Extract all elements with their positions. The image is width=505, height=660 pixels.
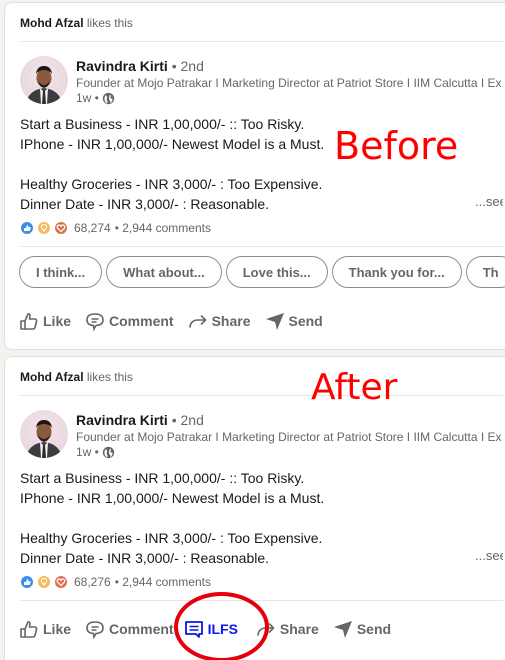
love-reaction-icon bbox=[54, 221, 68, 235]
share-button[interactable]: Share bbox=[188, 311, 251, 331]
post-time: 1w • bbox=[76, 445, 99, 459]
divider bbox=[20, 41, 503, 42]
after-annotation: After bbox=[311, 367, 398, 408]
avatar[interactable] bbox=[20, 410, 68, 458]
insightful-reaction-icon bbox=[37, 221, 51, 235]
share-label: Share bbox=[279, 621, 319, 637]
author-headline: Founder at Mojo Patrakar I Marketing Dir… bbox=[76, 76, 502, 90]
like-reaction-icon bbox=[20, 575, 34, 589]
send-label: Send bbox=[356, 621, 392, 637]
post-meta: 1w • bbox=[76, 91, 115, 105]
suggestion-chip[interactable]: Thank you for... bbox=[331, 256, 462, 288]
liker-name[interactable]: Mohd Afzal bbox=[20, 16, 84, 30]
author: Ravindra Kirti • 2nd bbox=[76, 58, 204, 74]
connection-degree: • 2nd bbox=[171, 412, 204, 428]
comment-button[interactable]: Comment bbox=[85, 619, 174, 639]
post-body: Start a Business - INR 1,00,000/- :: Too… bbox=[20, 470, 325, 566]
insightful-reaction-icon bbox=[37, 575, 51, 589]
avatar-photo bbox=[26, 66, 62, 104]
author: Ravindra Kirti • 2nd bbox=[76, 412, 204, 428]
like-button[interactable]: Like bbox=[19, 619, 71, 639]
like-label: Like bbox=[43, 621, 72, 637]
like-button[interactable]: Like bbox=[19, 311, 71, 331]
send-button[interactable]: Send bbox=[333, 619, 391, 639]
highlight-circle bbox=[174, 592, 269, 660]
social-counts[interactable]: 68,276 • 2,944 comments bbox=[20, 575, 211, 589]
liker-name[interactable]: Mohd Afzal bbox=[20, 370, 84, 384]
reaction-count[interactable]: 68,276 bbox=[74, 575, 111, 589]
share-icon bbox=[188, 315, 206, 328]
suggestion-chip[interactable]: What about... bbox=[106, 256, 222, 288]
avatar-photo bbox=[26, 420, 62, 458]
suggestion-chip[interactable]: I think... bbox=[19, 256, 103, 288]
connection-degree: • 2nd bbox=[171, 58, 204, 74]
love-reaction-icon bbox=[54, 575, 68, 589]
post-body: Start a Business - INR 1,00,000/- :: Too… bbox=[20, 116, 325, 212]
before-annotation: Before bbox=[334, 124, 459, 168]
send-label: Send bbox=[288, 313, 323, 329]
avatar[interactable] bbox=[20, 56, 68, 104]
like-reaction-icon bbox=[20, 221, 34, 235]
see-more-link[interactable]: ...see more bbox=[475, 194, 503, 209]
liker-action: likes this bbox=[86, 370, 133, 384]
send-button[interactable]: Send bbox=[265, 311, 323, 331]
divider bbox=[20, 600, 503, 601]
social-context: Mohd Afzal likes this bbox=[20, 16, 133, 30]
post-card-before: Mohd Afzal likes this Ravindra Kirti • 2… bbox=[4, 2, 505, 350]
author-headline: Founder at Mojo Patrakar I Marketing Dir… bbox=[76, 430, 502, 444]
suggestion-chip[interactable]: Th bbox=[465, 256, 505, 288]
comment-label: Comment bbox=[109, 621, 174, 637]
like-label: Like bbox=[43, 313, 72, 329]
post-meta: 1w • bbox=[76, 445, 115, 459]
comment-label: Comment bbox=[109, 313, 174, 329]
suggested-comments: I think... What about... Love this... Th… bbox=[19, 256, 505, 288]
thumbs-up-icon bbox=[20, 313, 38, 330]
share-label: Share bbox=[211, 313, 251, 329]
action-bar: Like Comment Share Send bbox=[19, 311, 337, 331]
send-icon bbox=[333, 621, 352, 638]
social-counts[interactable]: 68,274 • 2,944 comments bbox=[20, 221, 211, 235]
see-more-link[interactable]: ...see bbox=[475, 548, 503, 563]
thumbs-up-icon bbox=[20, 621, 38, 638]
reaction-count[interactable]: 68,274 bbox=[74, 221, 111, 235]
post-time: 1w • bbox=[76, 91, 99, 105]
globe-icon bbox=[102, 446, 115, 458]
comment-button[interactable]: Comment bbox=[85, 311, 174, 331]
author-name[interactable]: Ravindra Kirti bbox=[76, 58, 168, 74]
comment-icon bbox=[86, 621, 104, 639]
author-name[interactable]: Ravindra Kirti bbox=[76, 412, 168, 428]
suggestion-chip[interactable]: Love this... bbox=[225, 256, 328, 288]
comment-count[interactable]: • 2,944 comments bbox=[115, 221, 211, 235]
social-context: Mohd Afzal likes this bbox=[20, 370, 133, 384]
divider bbox=[20, 246, 503, 247]
liker-action: likes this bbox=[86, 16, 133, 30]
comment-count[interactable]: • 2,944 comments bbox=[115, 575, 211, 589]
comment-icon bbox=[86, 313, 104, 331]
globe-icon bbox=[102, 92, 115, 104]
send-icon bbox=[265, 313, 284, 330]
divider bbox=[20, 395, 503, 396]
